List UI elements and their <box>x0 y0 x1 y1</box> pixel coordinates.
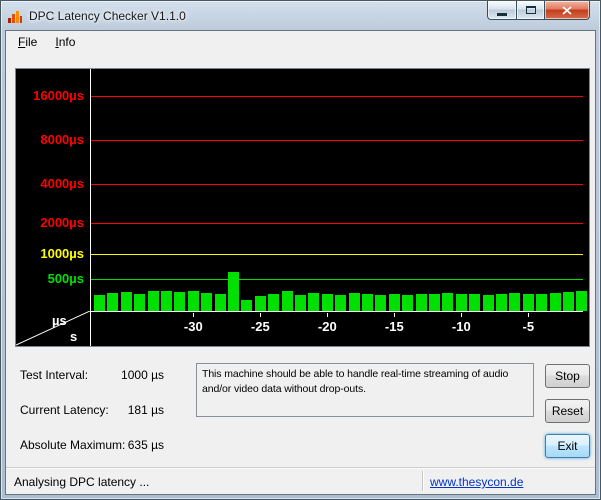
gridline-500 <box>90 279 583 280</box>
x-tick <box>528 313 530 317</box>
info-label: Test Interval: <box>20 368 89 382</box>
info-row-test-interval: Test Interval: 1000 µs <box>20 368 190 382</box>
latency-bar <box>228 272 239 311</box>
info-label: Current Latency: <box>20 403 109 417</box>
menu-file[interactable]: File <box>9 32 46 52</box>
x-tick <box>193 313 195 317</box>
grid-label-2000: 2000µs <box>40 215 84 230</box>
x-tick <box>327 313 329 317</box>
latency-bar <box>201 293 213 311</box>
latency-bar <box>321 294 333 311</box>
x-tick-label: -15 <box>384 319 404 334</box>
latency-bar <box>281 291 293 311</box>
latency-bar <box>536 294 548 311</box>
latency-bar <box>134 294 146 311</box>
latency-bar <box>308 293 320 311</box>
minimize-icon <box>497 12 507 16</box>
maximize-icon <box>525 6 536 14</box>
chart: µs s 16000µs 8000µs 4000µs 2000µs 1000µs 500µ… <box>15 68 590 347</box>
close-icon <box>562 5 572 15</box>
window-controls <box>487 1 590 20</box>
latency-bar <box>482 295 494 311</box>
y-axis-line <box>90 69 91 346</box>
latency-bar <box>429 294 440 311</box>
latency-bar <box>576 291 588 311</box>
latency-bar <box>348 293 360 311</box>
menu-bar: File Info <box>6 31 595 53</box>
latency-bar <box>563 292 574 311</box>
x-tick-label: -5 <box>522 319 535 334</box>
title-bar[interactable]: DPC Latency Checker V1.1.0 <box>7 6 186 26</box>
latency-bar <box>120 292 132 311</box>
latency-bar <box>268 294 280 311</box>
latency-bar <box>402 295 414 311</box>
info-row-absolute-maximum: Absolute Maximum: 635 µs <box>20 438 190 452</box>
grid-label-8000: 8000µs <box>40 132 84 147</box>
latency-bar <box>147 291 159 311</box>
x-baseline <box>90 311 583 312</box>
latency-bar <box>469 294 481 311</box>
statusbar-link[interactable]: www.thesycon.de <box>430 475 523 489</box>
x-tick <box>461 313 463 317</box>
latency-bar <box>254 296 266 311</box>
x-tick-label: -10 <box>451 319 471 334</box>
latency-bar <box>388 294 400 311</box>
result-message-box[interactable]: This machine should be able to handle re… <box>196 363 534 417</box>
gridline-1000 <box>90 254 583 255</box>
grid-label-16000: 16000µs <box>33 88 84 103</box>
gridline-2000 <box>90 223 583 224</box>
info-value: 1000 µs <box>121 368 164 382</box>
maximize-button[interactable] <box>516 1 545 20</box>
grid-label-4000: 4000µs <box>40 176 84 191</box>
latency-bar <box>549 293 561 311</box>
latency-bar <box>214 294 226 311</box>
latency-bar <box>241 300 253 311</box>
x-tick <box>260 313 262 317</box>
grid-label-1000: 1000µs <box>40 246 84 261</box>
latency-bar <box>442 293 454 311</box>
latency-bar <box>509 293 521 311</box>
window-title: DPC Latency Checker V1.1.0 <box>29 9 186 23</box>
close-button[interactable] <box>545 1 590 20</box>
minimize-button[interactable] <box>487 1 516 20</box>
latency-bar <box>455 294 467 311</box>
exit-button[interactable]: Exit <box>545 434 590 458</box>
status-bar: Analysing DPC latency ... www.thesycon.d… <box>6 467 595 494</box>
reset-button[interactable]: Reset <box>545 399 590 423</box>
stop-button[interactable]: Stop <box>545 364 590 388</box>
latency-bar <box>187 291 199 311</box>
latency-bar <box>174 292 186 311</box>
menu-info[interactable]: Info <box>46 32 84 52</box>
latency-bar <box>522 294 534 311</box>
y-unit-label: µs <box>52 313 67 328</box>
latency-bar <box>335 295 347 311</box>
latency-bar <box>94 295 105 311</box>
app-window: DPC Latency Checker V1.1.0 File Info µs … <box>0 0 601 500</box>
x-tick-label: -20 <box>317 319 337 334</box>
grid-label-500: 500µs <box>47 271 84 286</box>
x-tick-label: -25 <box>250 319 270 334</box>
chart-canvas: µs s 16000µs 8000µs 4000µs 2000µs 1000µs 500µ… <box>16 69 589 346</box>
x-unit-label: s <box>70 329 78 344</box>
latency-bar <box>375 295 387 311</box>
latency-bar <box>161 291 172 311</box>
gridline-8000 <box>90 140 583 141</box>
x-tick <box>394 313 396 317</box>
latency-bar <box>107 293 119 311</box>
client-area: File Info µs s 16000µs 8000µs 4000µs 2000µs… <box>5 30 596 495</box>
gridline-16000 <box>90 96 583 97</box>
app-icon <box>8 11 22 23</box>
status-text: Analysing DPC latency ... <box>14 475 150 489</box>
info-row-current-latency: Current Latency: 181 µs <box>20 403 190 417</box>
latency-bar <box>295 295 306 311</box>
latency-bar <box>362 294 373 311</box>
info-value: 635 µs <box>127 438 164 452</box>
gridline-4000 <box>90 184 583 185</box>
latency-bar <box>415 294 427 311</box>
x-tick-label: -30 <box>183 319 203 334</box>
info-value: 181 µs <box>127 403 164 417</box>
statusbar-separator <box>422 471 423 491</box>
latency-bar <box>496 294 507 311</box>
